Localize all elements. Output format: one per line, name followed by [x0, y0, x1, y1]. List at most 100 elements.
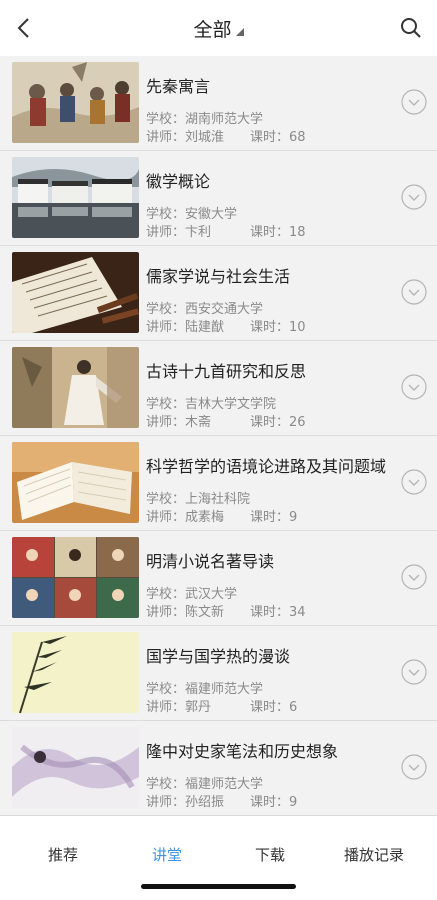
chevron-down-circle-icon[interactable]	[401, 564, 427, 590]
teacher-prefix: 讲师：	[146, 700, 186, 715]
lesson-count: 课时：9	[250, 506, 297, 525]
teacher-prefix: 讲师：	[146, 415, 186, 430]
ancient-painting-image	[12, 62, 139, 143]
course-row[interactable]: 儒家学说与社会生活 学校：西安交通大学 讲师：陆建猷 课时：10	[0, 246, 437, 341]
chevron-down-circle-icon[interactable]	[401, 89, 427, 115]
course-row[interactable]: 古诗十九首研究和反思 学校：吉林大学文学院 讲师：木斋 课时：26	[0, 341, 437, 436]
lesson-count: 课时：10	[250, 316, 306, 335]
course-title: 隆中对史家笔法和历史想象	[146, 742, 339, 761]
school-name: 西安交通大学	[185, 302, 264, 317]
course-title: 古诗十九首研究和反思	[146, 362, 307, 381]
lesson-prefix: 课时：	[250, 510, 290, 525]
course-thumbnail	[12, 727, 139, 808]
teacher-name: 木斋	[185, 415, 212, 430]
tab-play-history[interactable]: 播放记录	[324, 844, 424, 865]
school-prefix: 学校：	[146, 492, 186, 507]
lesson-prefix: 课时：	[250, 700, 290, 715]
school-name: 福建师范大学	[185, 682, 264, 697]
course-thumbnail	[12, 347, 139, 428]
school-name: 吉林大学文学院	[185, 397, 277, 412]
header-bar: 全部	[0, 0, 437, 56]
teacher-name: 成素梅	[185, 510, 225, 525]
course-title: 儒家学说与社会生活	[146, 267, 291, 286]
school-prefix: 学校：	[146, 587, 186, 602]
course-school: 学校：武汉大学	[146, 583, 237, 602]
lesson-value: 26	[289, 415, 306, 430]
course-school: 学校：福建师范大学	[146, 773, 263, 792]
lesson-count: 课时：6	[250, 696, 297, 715]
category-dropdown[interactable]: 全部	[0, 14, 437, 42]
course-list[interactable]: 先秦寓言 学校：湖南师范大学 讲师：刘城淮 课时：68 徽学概论 学校：安徽大学…	[0, 56, 437, 816]
course-thumbnail	[12, 537, 139, 618]
teacher-name: 孙绍振	[185, 795, 225, 810]
tab-downloads[interactable]: 下载	[220, 844, 320, 865]
chevron-down-circle-icon[interactable]	[401, 659, 427, 685]
course-teacher: 讲师：陆建猷 课时：10	[146, 316, 306, 335]
lesson-count: 课时：34	[250, 601, 306, 620]
page-title: 全部	[193, 18, 232, 41]
course-row[interactable]: 明清小说名著导读 学校：武汉大学 讲师：陈文新 课时：34	[0, 531, 437, 626]
home-indicator[interactable]	[141, 884, 296, 889]
search-button[interactable]	[397, 14, 425, 42]
lesson-value: 6	[289, 700, 298, 715]
course-row[interactable]: 科学哲学的语境论进路及其问题域 学校：上海社科院 讲师：成素梅 课时：9	[0, 436, 437, 531]
lesson-count: 课时：68	[250, 126, 306, 145]
teacher-name: 郭丹	[185, 700, 212, 715]
course-row[interactable]: 徽学概论 学校：安徽大学 讲师：卞利 课时：18	[0, 151, 437, 246]
lesson-value: 34	[289, 605, 306, 620]
school-name: 上海社科院	[185, 492, 251, 507]
course-row[interactable]: 先秦寓言 学校：湖南师范大学 讲师：刘城淮 课时：68	[0, 56, 437, 151]
teacher-name: 陆建猷	[185, 320, 225, 335]
school-prefix: 学校：	[146, 397, 186, 412]
course-row[interactable]: 隆中对史家笔法和历史想象 学校：福建师范大学 讲师：孙绍振 课时：9	[0, 721, 437, 816]
teacher-name: 刘城淮	[185, 130, 225, 145]
course-thumbnail	[12, 157, 139, 238]
course-teacher: 讲师：陈文新 课时：34	[146, 601, 306, 620]
search-icon	[401, 18, 421, 38]
drama-stills-image	[12, 537, 139, 618]
course-title: 科学哲学的语境论进路及其问题域	[146, 457, 387, 476]
course-thumbnail	[12, 62, 139, 143]
school-name: 安徽大学	[185, 207, 238, 222]
chevron-down-circle-icon[interactable]	[401, 184, 427, 210]
course-title: 先秦寓言	[146, 77, 211, 96]
chevron-down-circle-icon[interactable]	[401, 469, 427, 495]
course-thumbnail	[12, 442, 139, 523]
course-title: 明清小说名著导读	[146, 552, 275, 571]
school-prefix: 学校：	[146, 777, 186, 792]
school-prefix: 学校：	[146, 207, 186, 222]
course-teacher: 讲师：卞利 课时：18	[146, 221, 306, 240]
course-school: 学校：福建师范大学	[146, 678, 263, 697]
course-title: 国学与国学热的漫谈	[146, 647, 291, 666]
teacher-prefix: 讲师：	[146, 795, 186, 810]
lesson-count: 课时：26	[250, 411, 306, 430]
tab-recommend[interactable]: 推荐	[13, 844, 113, 865]
chevron-down-circle-icon[interactable]	[401, 279, 427, 305]
lesson-value: 68	[289, 130, 306, 145]
course-school: 学校：上海社科院	[146, 488, 250, 507]
lesson-value: 9	[289, 795, 298, 810]
course-school: 学校：西安交通大学	[146, 298, 263, 317]
course-thumbnail	[12, 252, 139, 333]
course-school: 学校：吉林大学文学院	[146, 393, 276, 412]
course-row[interactable]: 国学与国学热的漫谈 学校：福建师范大学 讲师：郭丹 课时：6	[0, 626, 437, 721]
course-teacher: 讲师：木斋 课时：26	[146, 411, 306, 430]
scroll-and-brush-image	[12, 252, 139, 333]
course-school: 学校：安徽大学	[146, 203, 237, 222]
course-teacher: 讲师：成素梅 课时：9	[146, 506, 297, 525]
teacher-prefix: 讲师：	[146, 605, 186, 620]
school-prefix: 学校：	[146, 682, 186, 697]
tab-lecture-hall[interactable]: 讲堂	[117, 844, 217, 865]
lesson-value: 18	[289, 225, 306, 240]
lesson-prefix: 课时：	[250, 320, 290, 335]
chevron-down-circle-icon[interactable]	[401, 754, 427, 780]
lesson-prefix: 课时：	[250, 605, 290, 620]
open-book-image	[12, 442, 139, 523]
caret-down-icon	[235, 28, 244, 36]
chevron-down-circle-icon[interactable]	[401, 374, 427, 400]
course-teacher: 讲师：刘城淮 课时：68	[146, 126, 306, 145]
school-name: 福建师范大学	[185, 777, 264, 792]
lesson-value: 10	[289, 320, 306, 335]
hui-village-image	[12, 157, 139, 238]
robed-figure-image	[12, 347, 139, 428]
